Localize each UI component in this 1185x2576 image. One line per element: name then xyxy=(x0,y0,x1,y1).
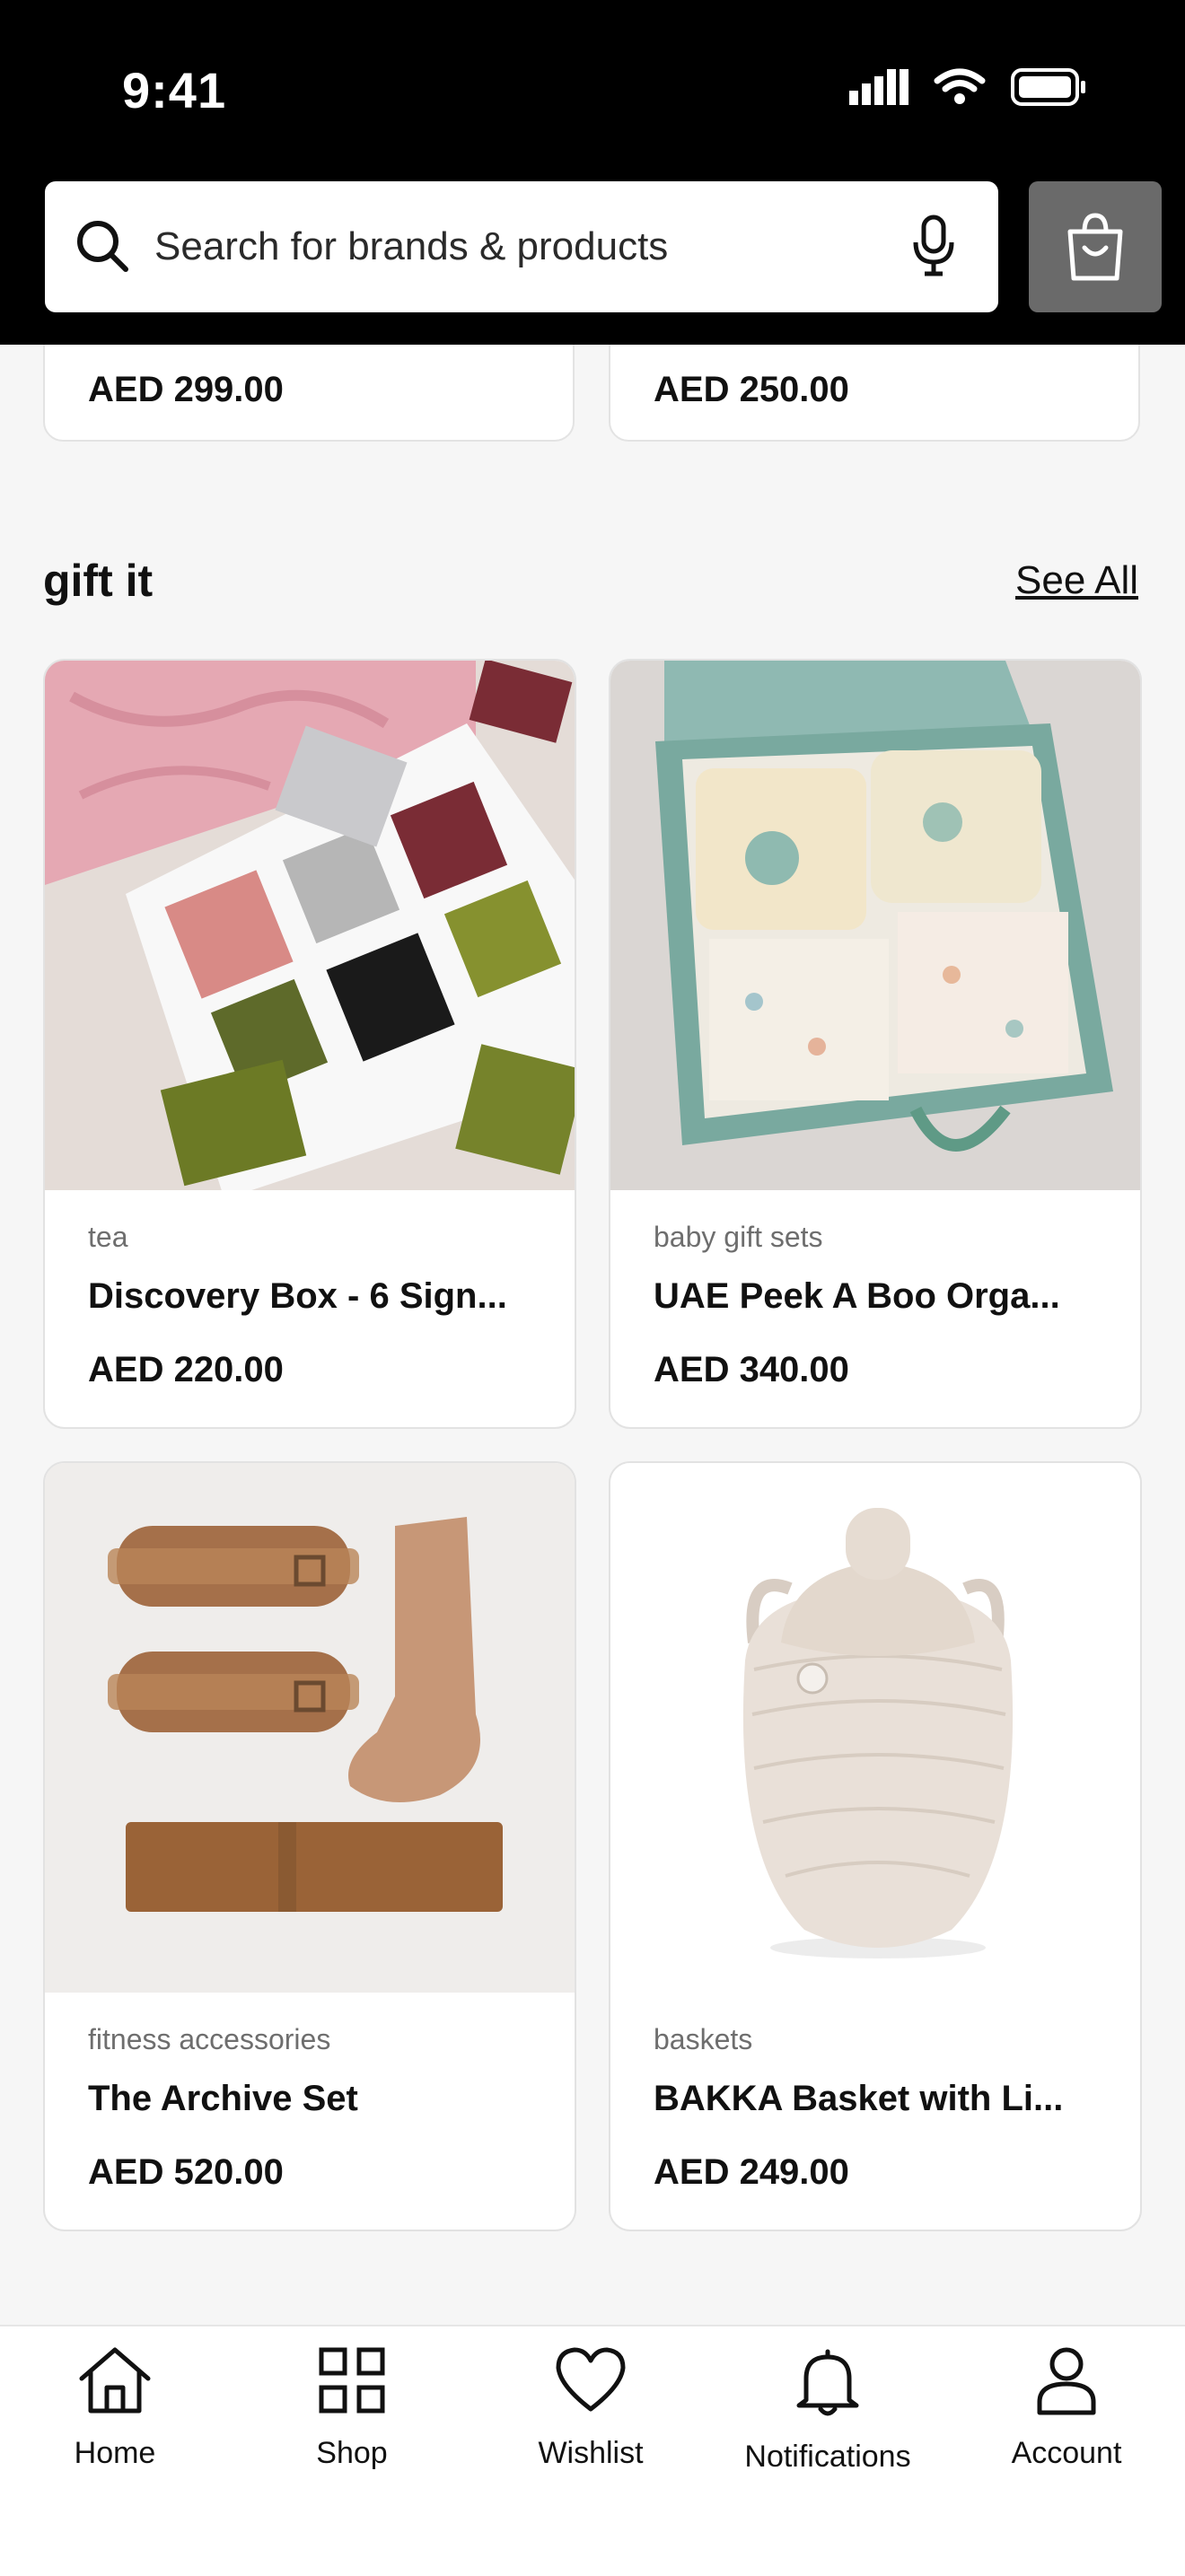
product-price: AED 299.00 xyxy=(88,370,284,409)
product-category: fitness accessories xyxy=(88,2023,331,2055)
product-category: baby gift sets xyxy=(654,1221,823,1253)
cart-button[interactable] xyxy=(1029,181,1162,312)
product-price: AED 249.00 xyxy=(654,2152,849,2192)
grid-icon xyxy=(319,2347,385,2414)
product-image xyxy=(610,661,1140,1190)
section-title: gift it xyxy=(43,556,154,606)
product-name: BAKKA Basket with Li... xyxy=(654,2079,1064,2118)
search-bar[interactable]: Search for brands & products xyxy=(45,181,998,312)
shopping-bag-icon xyxy=(1067,213,1123,281)
bell-icon xyxy=(796,2349,859,2416)
wifi-icon xyxy=(934,68,986,104)
user-icon xyxy=(1037,2347,1096,2415)
home-icon xyxy=(79,2347,151,2414)
product-name: UAE Peek A Boo Orga... xyxy=(654,1276,1060,1316)
heart-icon xyxy=(556,2347,626,2412)
search-icon xyxy=(77,221,128,272)
search-input[interactable]: Search for brands & products xyxy=(154,224,668,269)
product-category: baskets xyxy=(654,2023,753,2055)
nav-wishlist[interactable]: Wishlist xyxy=(492,2344,689,2471)
nav-shop[interactable]: Shop xyxy=(253,2344,451,2471)
product-card[interactable]: fitness accessories The Archive Set AED … xyxy=(43,1461,576,2231)
product-card[interactable]: baby gift sets UAE Peek A Boo Orga... AE… xyxy=(609,659,1142,1429)
nav-label: Wishlist xyxy=(538,2436,644,2470)
nav-label: Shop xyxy=(316,2436,388,2470)
product-name: Discovery Box - 6 Sign... xyxy=(88,1276,507,1316)
nav-account[interactable]: Account xyxy=(968,2344,1165,2471)
signal-icon xyxy=(849,69,908,105)
product-price: AED 340.00 xyxy=(654,1350,849,1389)
product-card[interactable]: tea Discovery Box - 6 Sign... AED 220.00 xyxy=(43,659,576,1429)
bottom-navigation: Home Shop Wishlist Notifications Account xyxy=(0,2325,1185,2576)
product-price: AED 250.00 xyxy=(654,370,849,409)
nav-notifications[interactable]: Notifications xyxy=(729,2344,926,2475)
header: 9:41 Search for brands & products xyxy=(0,0,1185,345)
nav-label: Home xyxy=(74,2436,156,2470)
status-time: 9:41 xyxy=(122,62,227,118)
product-category: tea xyxy=(88,1221,128,1253)
nav-label: Notifications xyxy=(744,2440,911,2474)
nav-label: Account xyxy=(1011,2436,1122,2470)
product-image xyxy=(45,1463,575,1993)
product-card[interactable]: baskets BAKKA Basket with Li... AED 249.… xyxy=(609,1461,1142,2231)
status-icons xyxy=(849,68,1086,106)
see-all-link[interactable]: See All xyxy=(1015,558,1138,603)
product-price: AED 220.00 xyxy=(88,1350,284,1389)
product-name: The Archive Set xyxy=(88,2079,358,2118)
product-image xyxy=(45,661,575,1190)
product-image xyxy=(610,1463,1140,1993)
microphone-icon[interactable] xyxy=(910,214,957,278)
nav-home[interactable]: Home xyxy=(16,2344,214,2471)
battery-icon xyxy=(1011,68,1085,106)
product-price: AED 520.00 xyxy=(88,2152,284,2192)
